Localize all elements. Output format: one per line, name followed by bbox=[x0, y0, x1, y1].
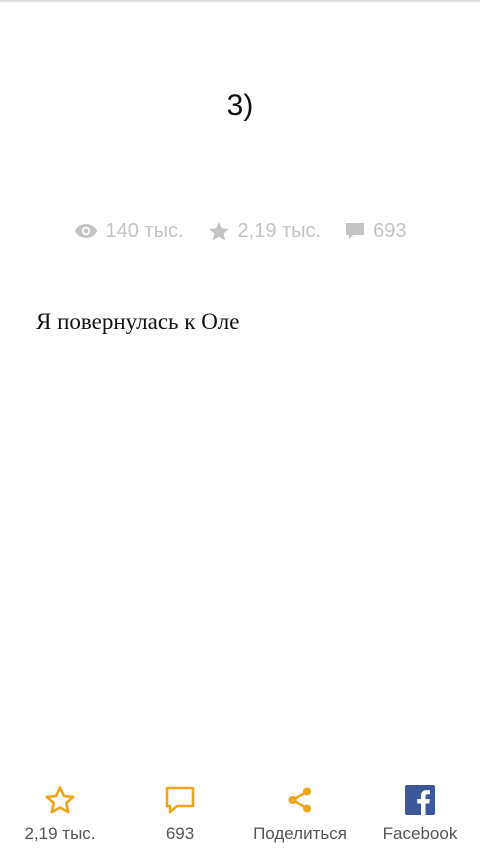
share-label: Поделиться bbox=[253, 824, 347, 843]
share-button[interactable]: Поделиться bbox=[240, 776, 360, 854]
vote-button[interactable]: 2,19 тыс. bbox=[0, 776, 120, 854]
facebook-label: Facebook bbox=[382, 824, 458, 843]
comments-button[interactable]: 693 bbox=[120, 776, 240, 854]
share-icon bbox=[288, 787, 311, 813]
votes-count: 2,19 тыс. bbox=[237, 219, 322, 242]
chapter-title: 3) bbox=[226, 89, 254, 122]
facebook-icon bbox=[405, 785, 435, 815]
vote-count-label: 2,19 тыс. bbox=[24, 824, 96, 843]
top-divider bbox=[0, 0, 480, 3]
story-paragraph: Я повернулась к Оле bbox=[36, 309, 240, 334]
views-stat: 140 тыс. bbox=[74, 220, 184, 243]
star-icon bbox=[208, 221, 229, 240]
eye-icon bbox=[74, 224, 97, 238]
facebook-button[interactable]: Facebook bbox=[360, 776, 480, 854]
comment-icon bbox=[165, 786, 195, 814]
views-count: 140 тыс. bbox=[105, 219, 184, 242]
votes-stat: 2,19 тыс. bbox=[208, 219, 322, 243]
story-stats: 140 тыс. 2,19 тыс. 693 bbox=[0, 216, 480, 246]
star-icon bbox=[45, 786, 75, 814]
comments-count: 693 bbox=[373, 219, 407, 242]
comment-icon bbox=[346, 223, 365, 239]
bottom-action-bar: 2,19 тыс. 693 Поделиться Facebook bbox=[0, 776, 480, 854]
comments-stat: 693 bbox=[345, 220, 406, 243]
comments-count-label: 693 bbox=[165, 824, 195, 843]
